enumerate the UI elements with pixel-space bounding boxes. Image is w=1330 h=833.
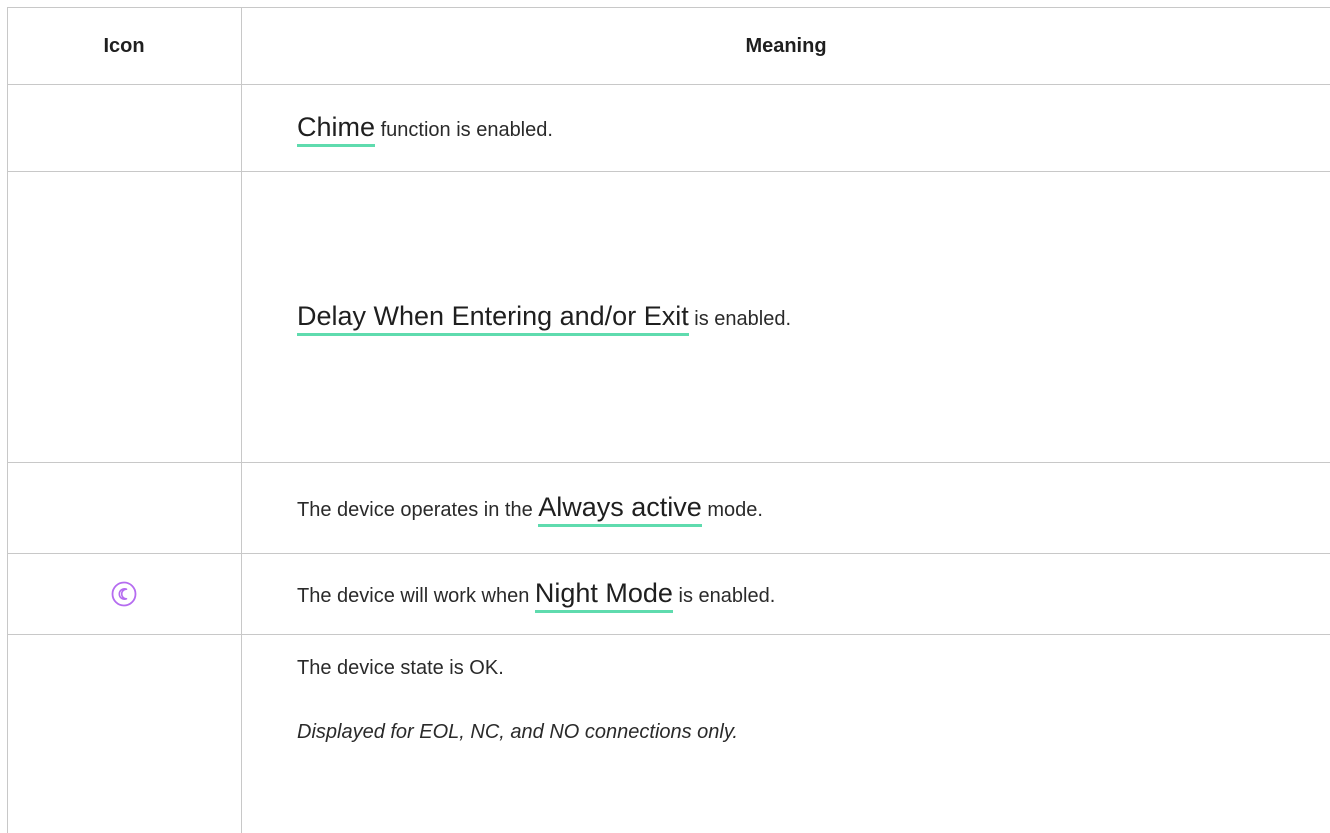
row-meaning-cell: The device operates in the Always active… xyxy=(242,463,1330,553)
row-meaning-text: The device operates in the Always active… xyxy=(297,490,1330,528)
row-icon-cell xyxy=(7,463,242,553)
icon-meaning-table: Icon Meaning Chime function is enabled. … xyxy=(0,0,1330,833)
row-meaning-text: Delay When Entering and/or Exit is enabl… xyxy=(297,299,1330,337)
row-meaning-cell: The device state is OK. Displayed for EO… xyxy=(242,635,1330,833)
row-prefix: The device operates in the xyxy=(297,499,539,522)
row-suffix: function is enabled. xyxy=(375,119,553,142)
night-mode-link[interactable]: Night Mode xyxy=(534,578,673,614)
header-meaning-cell: Meaning xyxy=(242,8,1330,84)
table-row: The device will work when Night Mode is … xyxy=(7,554,1330,634)
night-mode-icon xyxy=(111,581,137,607)
row-icon-cell xyxy=(7,554,242,634)
table-row: The device state is OK. Displayed for EO… xyxy=(7,635,1330,833)
device-state-text: The device state is OK. xyxy=(297,657,504,679)
header-icon-label: Icon xyxy=(103,34,145,57)
chime-link[interactable]: Chime xyxy=(297,112,376,148)
table-row: The device operates in the Always active… xyxy=(7,463,1330,553)
row-meaning-text: Chime function is enabled. xyxy=(297,110,1330,148)
header-meaning-label: Meaning xyxy=(745,34,827,57)
delay-link[interactable]: Delay When Entering and/or Exit xyxy=(297,301,689,337)
row-suffix: is enabled. xyxy=(672,585,776,608)
header-icon-cell: Icon xyxy=(7,8,242,84)
row-icon-cell xyxy=(7,172,242,462)
row-suffix: mode. xyxy=(701,499,763,522)
table-row: Chime function is enabled. xyxy=(7,85,1330,171)
table-header-row: Icon Meaning xyxy=(7,8,1330,84)
row-prefix: The device will work when xyxy=(297,585,535,608)
row-meaning-cell: Chime function is enabled. xyxy=(242,85,1330,171)
row-suffix: is enabled. xyxy=(688,308,791,331)
device-state-note: Displayed for EOL, NC, and NO connection… xyxy=(297,721,738,743)
row-meaning-text: The device will work when Night Mode is … xyxy=(297,576,1330,614)
row-icon-cell xyxy=(7,635,242,833)
always-active-link[interactable]: Always active xyxy=(538,492,702,528)
row-icon-cell xyxy=(7,85,242,171)
row-meaning-cell: Delay When Entering and/or Exit is enabl… xyxy=(242,172,1330,462)
table-row: Delay When Entering and/or Exit is enabl… xyxy=(7,172,1330,462)
row-meaning-cell: The device will work when Night Mode is … xyxy=(242,554,1330,634)
